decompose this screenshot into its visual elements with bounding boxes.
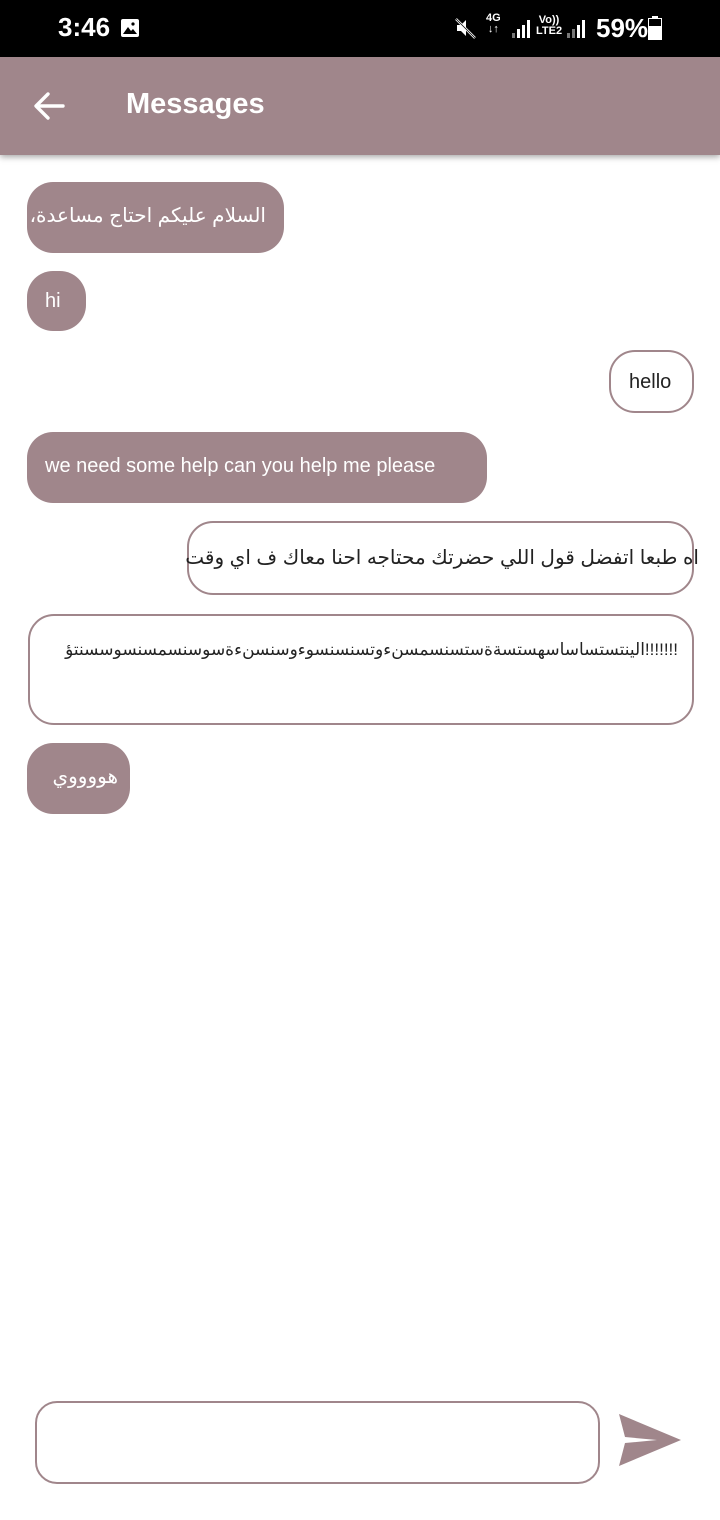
arrow-left-icon xyxy=(34,92,65,120)
page-title: Messages xyxy=(126,88,265,120)
mute-icon xyxy=(455,18,476,39)
volte-label: Vo)) LTE2 xyxy=(536,14,563,37)
send-icon xyxy=(619,1414,681,1466)
message-input[interactable] xyxy=(35,1401,600,1484)
status-time: 3:46 xyxy=(58,12,111,42)
battery-icon xyxy=(648,16,662,40)
message-incoming: هووووي xyxy=(27,743,130,814)
send-button[interactable] xyxy=(614,1408,686,1472)
message-text: اه طبعا اتفضل قول اللي حضرتك محتاجه احنا… xyxy=(185,547,699,569)
status-bar: 3:46 4G ↓↑ Vo)) LTE2 59% xyxy=(0,0,720,57)
network-type: 4G ↓↑ xyxy=(486,12,501,35)
signal-icon xyxy=(512,20,530,38)
message-list[interactable]: السلام عليكم احتاج مساعدة، hi hello we n… xyxy=(0,155,720,1385)
message-incoming: السلام عليكم احتاج مساعدة، xyxy=(27,182,284,253)
message-outgoing: اه طبعا اتفضل قول اللي حضرتك محتاجه احنا… xyxy=(185,521,699,595)
message-incoming: we need some help can you help me please xyxy=(27,432,487,503)
message-outgoing: !!!!!!!الينتستساساسهستسةةستسنسمسنءوتسنسن… xyxy=(28,614,694,725)
back-button[interactable] xyxy=(22,81,76,131)
image-icon xyxy=(121,19,139,37)
message-outgoing: hello xyxy=(609,350,694,413)
signal-icon xyxy=(567,20,585,38)
app-bar: Messages xyxy=(0,57,720,155)
message-incoming: hi xyxy=(27,271,86,331)
battery-percent: 59% xyxy=(596,13,649,43)
